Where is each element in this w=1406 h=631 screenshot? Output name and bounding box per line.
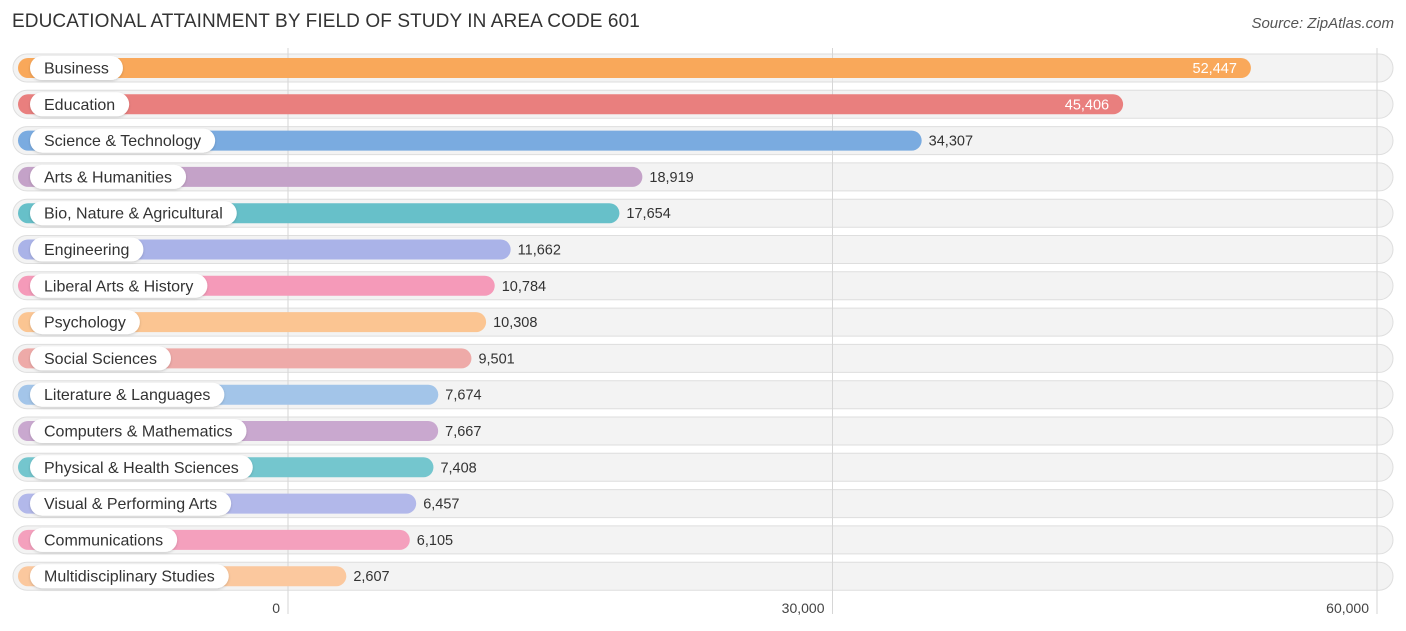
value-label: 2,607 (353, 569, 389, 585)
bar-group: Computers & Mathematics 7,667 (18, 419, 481, 443)
category-label: Physical & Health Sciences (44, 460, 239, 477)
value-label: 9,501 (478, 351, 514, 367)
category-label: Literature & Languages (44, 387, 210, 404)
bar-group: Social Sciences 9,501 (18, 346, 515, 371)
value-label: 6,105 (417, 533, 453, 549)
value-label: 34,307 (929, 134, 973, 150)
bar-group: Multidisciplinary Studies 2,607 (18, 564, 390, 589)
x-tick-label: 60,000 (1326, 600, 1369, 616)
bar-chart: Business 52,447 Education 45,406 Science & T… (12, 48, 1394, 616)
x-tick-label: 0 (272, 600, 280, 616)
value-label: 7,674 (445, 388, 481, 404)
category-label: Communications (44, 532, 163, 549)
bar-group: Arts & Humanities 18,919 (18, 164, 694, 189)
bar-group: Visual & Performing Arts 6,457 (18, 491, 459, 516)
value-label: 17,654 (626, 206, 670, 222)
bar-group: Liberal Arts & History 10,784 (18, 273, 546, 298)
bar-group: Bio, Nature & Agricultural 17,654 (18, 201, 671, 226)
bar-group: Education 45,406 (18, 92, 1124, 117)
value-label: 52,447 (1193, 61, 1237, 77)
category-label: Bio, Nature & Agricultural (44, 206, 223, 223)
value-label: 45,406 (1065, 97, 1109, 113)
bar-group: Literature & Languages 7,674 (18, 382, 482, 407)
bar-group: Physical & Health Sciences 7,408 (18, 455, 477, 480)
value-label: 7,667 (445, 424, 481, 440)
bar (18, 94, 1124, 115)
category-label: Computers & Mathematics (44, 424, 233, 441)
bar-group: Business 52,447 (18, 56, 1251, 80)
category-label: Business (44, 61, 109, 78)
value-label: 11,662 (518, 243, 561, 259)
bar-group: Science & Technology 34,307 (18, 128, 973, 153)
value-label: 10,308 (493, 315, 537, 331)
bar-group: Communications 6,105 (18, 527, 453, 552)
value-label: 18,919 (649, 170, 693, 186)
bar-group: Psychology 10,308 (18, 310, 537, 335)
category-label: Education (44, 97, 115, 114)
bar-group: Engineering 11,662 (18, 237, 561, 262)
category-label: Multidisciplinary Studies (44, 569, 215, 586)
bar (18, 58, 1251, 78)
x-tick-label: 30,000 (782, 600, 825, 616)
category-label: Psychology (44, 315, 126, 332)
category-label: Social Sciences (44, 351, 157, 368)
value-label: 10,784 (502, 279, 546, 295)
category-label: Visual & Performing Arts (44, 496, 217, 513)
category-label: Science & Technology (44, 133, 201, 150)
value-label: 7,408 (440, 460, 476, 476)
category-label: Arts & Humanities (44, 169, 172, 186)
category-label: Liberal Arts & History (44, 278, 193, 295)
value-label: 6,457 (423, 497, 459, 513)
category-label: Engineering (44, 242, 129, 259)
